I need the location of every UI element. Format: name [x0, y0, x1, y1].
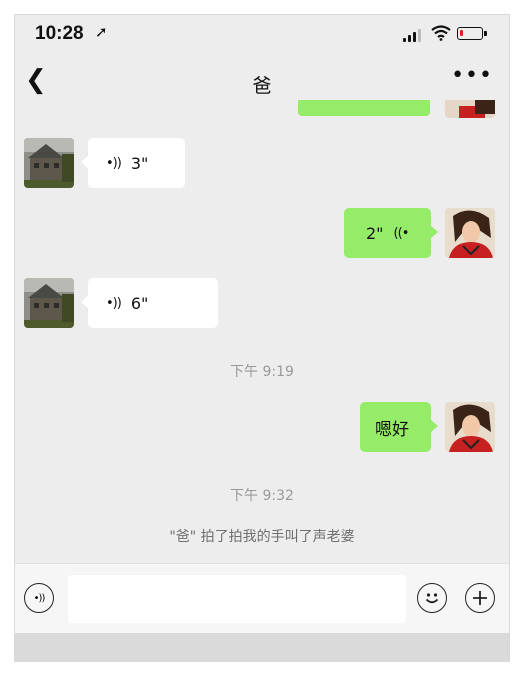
my-avatar[interactable]	[445, 208, 495, 258]
chat-screen: 10:28 ➚ ❮ 爸 ••• •)) 3" 2" ((• •)) 6" 下午 …	[14, 14, 510, 662]
plus-icon[interactable]	[465, 583, 495, 613]
signal-bars-icon	[403, 29, 425, 42]
system-pat-message: "爸" 拍了拍我的手叫了声老婆	[169, 529, 355, 545]
voice-mode-icon[interactable]: •))	[24, 583, 54, 613]
voice-message[interactable]: •)) 3"	[81, 138, 185, 188]
contact-avatar[interactable]	[24, 278, 74, 328]
input-bar: •))	[15, 563, 509, 634]
voice-wave-icon: ((•	[393, 225, 410, 241]
message-input[interactable]	[68, 575, 406, 623]
voice-message[interactable]: 2" ((•	[344, 208, 438, 258]
battery-low-icon	[457, 27, 487, 40]
previous-message-bubble	[298, 100, 430, 116]
message-timestamp: 下午 9:32	[230, 488, 294, 504]
battery-level	[460, 30, 463, 36]
voice-duration: 6"	[130, 293, 149, 313]
status-time: 10:28	[35, 23, 84, 44]
avatar	[445, 100, 495, 118]
text-message[interactable]: 嗯好	[360, 402, 438, 452]
voice-wave-icon: •))	[106, 295, 122, 311]
chat-header: ❮ 爸 •••	[15, 53, 509, 111]
emoji-icon[interactable]	[417, 583, 447, 613]
status-bar: 10:28 ➚	[15, 15, 509, 53]
more-dots-icon[interactable]: •••	[451, 63, 493, 88]
voice-duration: 2"	[366, 223, 384, 243]
keyboard-edge	[15, 633, 509, 661]
message-text: 嗯好	[375, 419, 409, 440]
voice-wave-icon: •))	[106, 155, 122, 171]
location-arrow-icon: ➚	[95, 23, 108, 41]
voice-message[interactable]: •)) 6"	[81, 278, 218, 328]
chat-title: 爸	[252, 75, 272, 97]
my-avatar[interactable]	[445, 402, 495, 452]
message-timestamp: 下午 9:19	[230, 364, 294, 380]
wifi-icon	[431, 25, 451, 41]
voice-duration: 3"	[130, 153, 149, 173]
contact-avatar[interactable]	[24, 138, 74, 188]
